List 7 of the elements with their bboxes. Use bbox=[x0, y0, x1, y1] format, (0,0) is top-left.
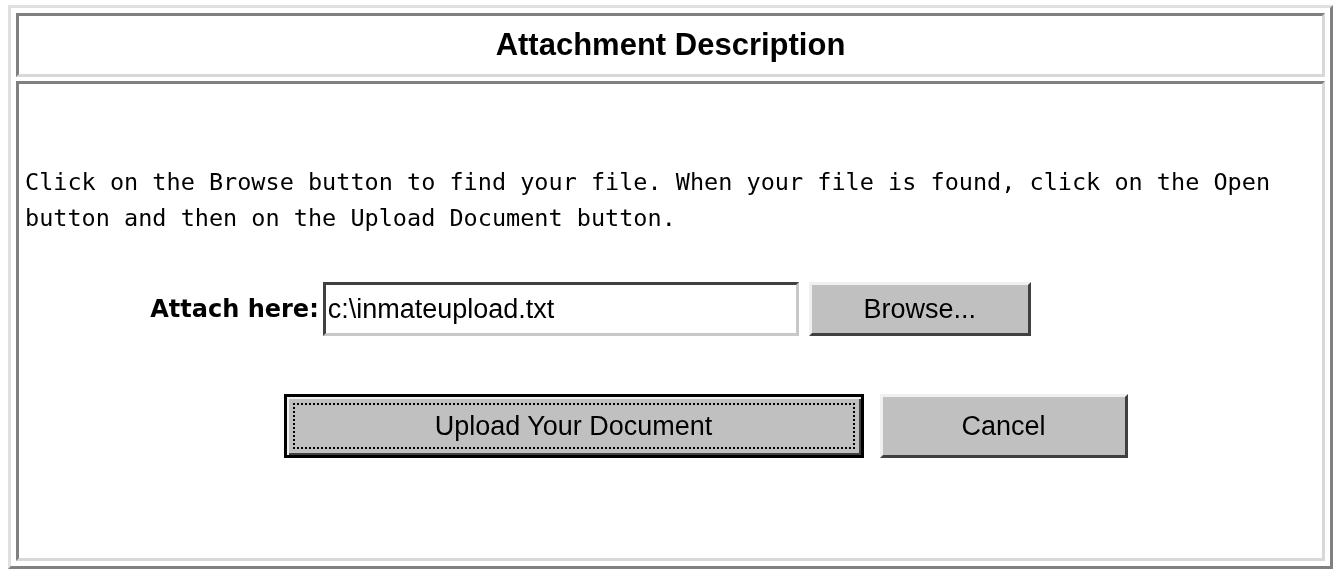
browse-button[interactable]: Browse... bbox=[808, 282, 1031, 336]
attach-label: Attach here: bbox=[150, 295, 319, 323]
cancel-button[interactable]: Cancel bbox=[879, 394, 1128, 458]
dialog-title: Attachment Description bbox=[495, 27, 846, 63]
instructions-text: Click on the Browse button to find your file. When your file is found, click on the Open button and then on the Upload Document button. bbox=[25, 167, 1272, 234]
file-path-field[interactable]: c:\inmateupload.txt bbox=[322, 282, 799, 336]
upload-button[interactable]: Upload Your Document bbox=[283, 394, 864, 458]
